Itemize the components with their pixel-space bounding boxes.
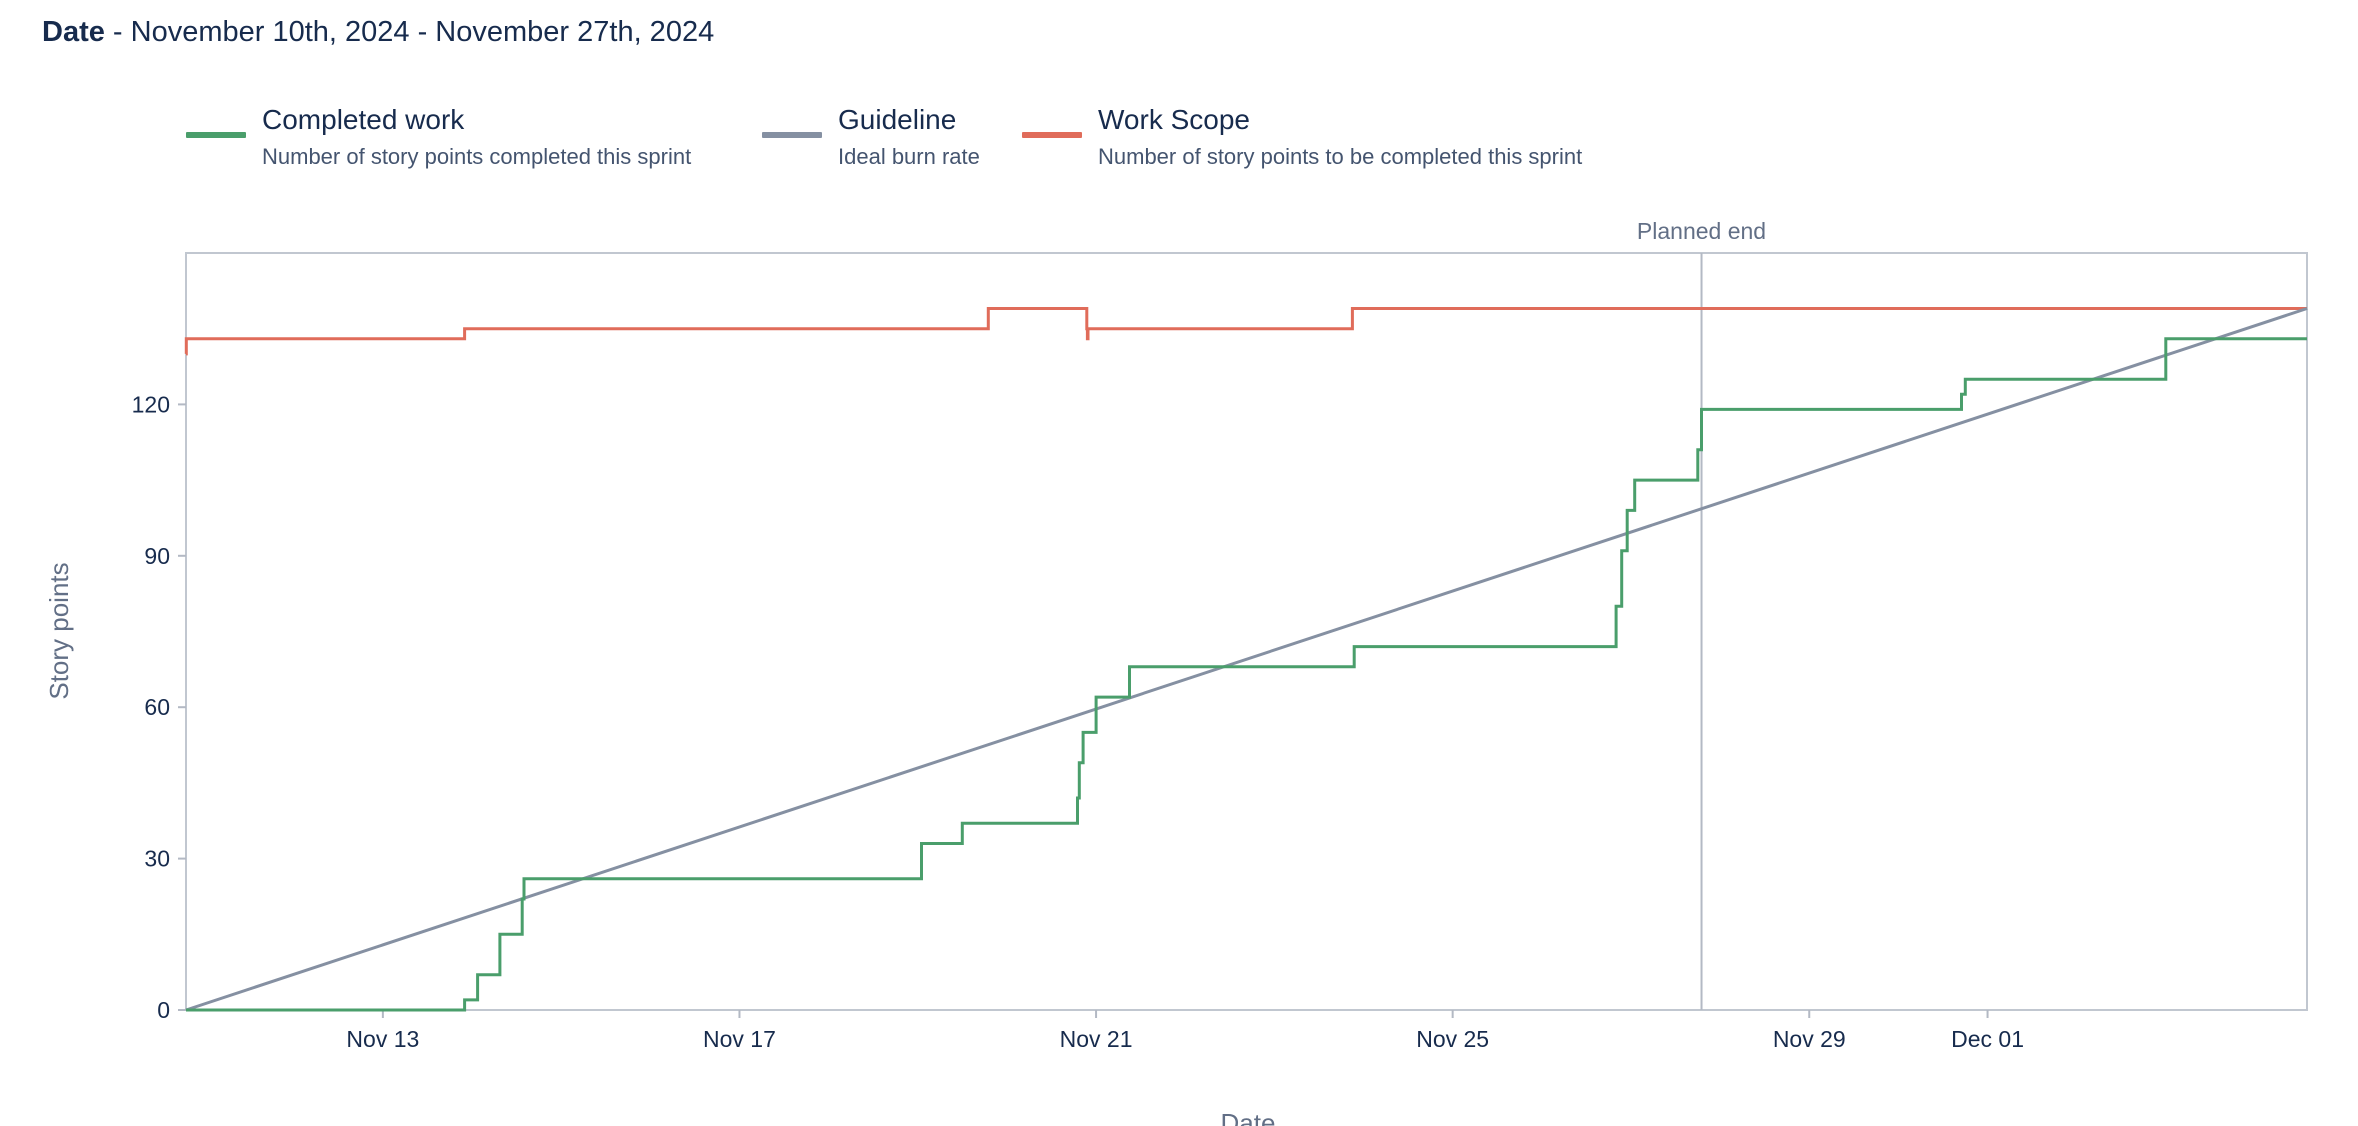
y-axis: 0 30 60 90 120 (132, 391, 186, 1023)
y-tick-label: 30 (144, 846, 170, 872)
y-axis-title: Story points (44, 562, 74, 699)
y-tick-label: 90 (144, 543, 170, 569)
burnup-chart: Planned end Nov 13 Nov 17 Nov 21 Nov 25 Nov … (44, 218, 2308, 1126)
y-tick-label: 60 (144, 694, 170, 720)
planned-end-label: Planned end (1637, 218, 1766, 244)
x-axis-title: Date (1221, 1108, 1276, 1126)
y-tick-label: 120 (132, 391, 170, 417)
x-tick-label: Nov 13 (346, 1026, 419, 1052)
x-tick-label: Nov 25 (1416, 1026, 1489, 1052)
x-tick-label: Nov 29 (1773, 1026, 1846, 1052)
x-axis: Nov 13 Nov 17 Nov 21 Nov 25 Nov 29 Dec 01 (346, 1010, 2024, 1052)
series-line-work-scope[interactable] (184, 307, 2307, 356)
series-line-guideline[interactable] (185, 307, 2308, 1012)
plot-frame (185, 252, 2308, 1011)
series-line-completed-work[interactable] (186, 337, 2307, 1012)
y-tick-label: 0 (157, 997, 170, 1023)
series-layer (184, 307, 2308, 1012)
x-tick-label: Dec 01 (1951, 1026, 2024, 1052)
x-tick-label: Nov 17 (703, 1026, 776, 1052)
x-tick-label: Nov 21 (1060, 1026, 1133, 1052)
